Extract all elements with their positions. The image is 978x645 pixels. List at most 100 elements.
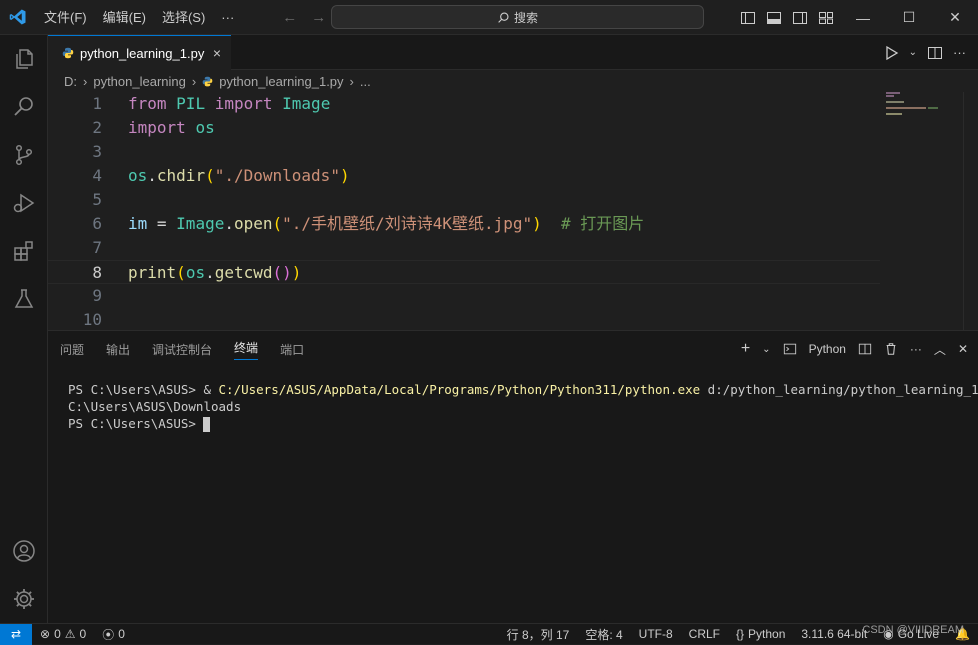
terminal-output[interactable]: PS C:\Users\ASUS> & C:/Users/ASUS/AppDat… [68, 381, 978, 432]
terminal-shell-label[interactable]: Python [809, 342, 846, 356]
problems-status[interactable]: ⊗ 0 ⚠ 0 [32, 627, 94, 641]
more-actions-icon[interactable]: ··· [953, 45, 966, 60]
code-line[interactable]: 5 [48, 188, 880, 212]
code-token: os [195, 118, 215, 137]
maximize-panel-chevron-up-icon[interactable]: ︿ [934, 341, 946, 358]
tab-label: python_learning_1.py [80, 45, 205, 61]
back-arrow-icon[interactable]: ← [282, 9, 297, 26]
minimize-button[interactable]: — [840, 0, 886, 35]
close-window-button[interactable]: ✕ [932, 0, 978, 35]
line-number: 10 [82, 310, 102, 329]
code-line[interactable]: 6 im = Image.open("./手机壁纸/刘诗诗4K壁纸.jpg") #… [48, 212, 880, 236]
code-token: Image [282, 94, 331, 113]
editor-scrollbar[interactable] [963, 92, 978, 330]
terminal-line3: PS C:\Users\ASUS> [68, 416, 204, 431]
python-file-icon [62, 47, 74, 59]
breadcrumb-drive[interactable]: D: [64, 74, 77, 89]
testing-flask-icon[interactable] [0, 275, 48, 323]
code-token: ( [272, 214, 283, 233]
code-line[interactable]: 10 [48, 308, 880, 330]
code-line[interactable]: 2 import os [48, 116, 880, 140]
chevron-right-icon: › [191, 73, 197, 89]
source-control-icon[interactable] [0, 131, 48, 179]
code-token: os [185, 263, 206, 282]
run-dropdown-chevron-icon[interactable]: ⌄ [909, 47, 917, 58]
code-editor[interactable]: 1 from PIL import Image 2 import os 3 4 os.chd… [48, 92, 978, 330]
code-line[interactable]: 9 [48, 284, 880, 308]
panel-tab[interactable]: 问题 [60, 341, 84, 358]
line-number: 4 [92, 166, 102, 185]
language-mode[interactable]: {} Python [728, 627, 793, 641]
terminal-line1-prompt: PS C:\Users\ASUS> & [68, 382, 219, 397]
menu-more[interactable]: ··· [213, 0, 242, 35]
panel-tab[interactable]: 调试控制台 [152, 341, 212, 358]
run-debug-icon[interactable] [0, 179, 48, 227]
bottom-panel: 问题 输出 调试控制台 终端 端口 + ⌄ Python ··· ︿ ✕ PS C:\U… [48, 330, 978, 623]
customize-layout-icon[interactable] [818, 10, 834, 26]
end-of-line[interactable]: CRLF [681, 627, 728, 641]
search-view-icon[interactable] [0, 83, 48, 131]
extensions-icon[interactable] [0, 227, 48, 275]
code-token: PIL [176, 94, 206, 113]
code-token: os [128, 166, 148, 185]
toggle-secondary-sidebar-icon[interactable] [792, 10, 808, 26]
line-code: import os [128, 116, 215, 140]
ports-status[interactable]: ⦿ 0 [94, 626, 133, 643]
panel-tab[interactable]: 终端 [234, 339, 259, 360]
maximize-button[interactable]: ☐ [886, 0, 932, 35]
menu-selection[interactable]: 选择(S) [154, 0, 213, 35]
split-editor-icon[interactable] [927, 45, 943, 61]
trash-icon[interactable] [884, 342, 898, 356]
code-line[interactable]: 1 from PIL import Image [48, 92, 880, 116]
cursor-position[interactable]: 行 8，列 17 [499, 626, 578, 643]
code-line[interactable]: 8 print(os.getcwd()) [48, 260, 880, 284]
forward-arrow-icon[interactable]: → [311, 9, 326, 26]
line-number: 7 [92, 238, 102, 257]
code-token: . [147, 166, 157, 185]
indentation[interactable]: 空格: 4 [577, 626, 630, 643]
run-python-file-icon[interactable] [883, 45, 899, 61]
accounts-icon[interactable] [0, 527, 48, 575]
close-panel-icon[interactable]: ✕ [958, 342, 968, 356]
command-center-search[interactable]: 搜索 [331, 5, 704, 29]
breadcrumb-file[interactable]: python_learning_1.py [219, 74, 343, 89]
broadcast-icon: ⦿ [102, 627, 115, 642]
panel-more-icon[interactable]: ··· [910, 342, 922, 356]
line-number: 6 [92, 214, 102, 233]
explorer-icon[interactable] [0, 35, 48, 83]
terminal-line2: C:\Users\ASUS\Downloads [68, 399, 242, 414]
tab-python-learning-1[interactable]: python_learning_1.py × [48, 35, 231, 70]
ports-count: 0 [118, 627, 125, 641]
code-line[interactable]: 7 [48, 236, 880, 260]
breadcrumb-more[interactable]: ... [360, 74, 371, 89]
tab-close-icon[interactable]: × [213, 45, 221, 61]
menu-edit[interactable]: 编辑(E) [95, 0, 154, 35]
code-token: import [214, 94, 273, 113]
breadcrumb-folder[interactable]: python_learning [93, 74, 186, 89]
code-line[interactable]: 3 [48, 140, 880, 164]
toggle-panel-icon[interactable] [766, 10, 782, 26]
code-line[interactable]: 4 os.chdir("./Downloads") [48, 164, 880, 188]
line-code: print(os.getcwd()) [128, 261, 301, 285]
split-terminal-icon[interactable] [858, 342, 872, 356]
settings-gear-icon[interactable] [0, 575, 48, 623]
line-number: 8 [92, 263, 102, 282]
new-terminal-plus-icon[interactable]: + [741, 340, 750, 358]
code-token: open [233, 214, 273, 233]
panel-tab[interactable]: 输出 [106, 341, 130, 358]
minimap[interactable] [886, 92, 966, 132]
panel-tab[interactable]: 端口 [280, 341, 304, 358]
encoding[interactable]: UTF-8 [631, 627, 681, 641]
remote-indicator-icon[interactable]: ⇄ [0, 623, 32, 645]
activity-bar [0, 35, 48, 623]
code-token: print [128, 263, 177, 282]
search-icon [498, 11, 509, 23]
terminal-dropdown-chevron-icon[interactable]: ⌄ [762, 344, 770, 355]
line-code: os.chdir("./Downloads") [128, 164, 350, 188]
toggle-primary-sidebar-icon[interactable] [740, 10, 756, 26]
code-token: () [272, 263, 292, 282]
line-number: 1 [92, 94, 102, 113]
menu-file[interactable]: 文件(F) [36, 0, 95, 35]
